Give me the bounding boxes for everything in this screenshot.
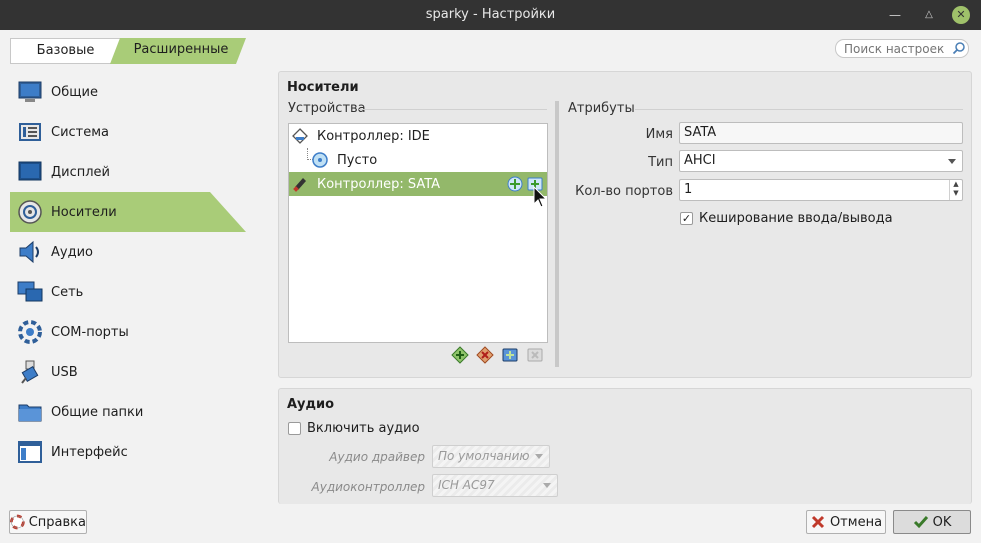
storage-tree[interactable]: Контроллер: IDE Пусто Контроллер: SATA bbox=[288, 123, 548, 343]
panel-splitter[interactable] bbox=[555, 101, 559, 367]
add-optical-drive-icon[interactable] bbox=[507, 176, 523, 192]
port-count-spinbox[interactable]: 1 ▲ ▼ bbox=[679, 179, 963, 201]
sidebar-item-audio[interactable]: Аудио bbox=[10, 232, 246, 272]
cancel-icon bbox=[811, 515, 825, 529]
sidebar-item-display[interactable]: Дисплей bbox=[10, 152, 246, 192]
enable-audio-checkbox[interactable] bbox=[288, 422, 301, 435]
ports-label: Кол-во портов bbox=[575, 184, 673, 199]
mode-tabs: Базовые Расширенные bbox=[10, 38, 246, 64]
spin-arrows-icon[interactable]: ▲ ▼ bbox=[949, 180, 962, 200]
sidebar: Общие Система Дисплей Носители Аудио Сет… bbox=[10, 72, 246, 472]
search-icon bbox=[952, 42, 965, 55]
sidebar-item-label: USB bbox=[51, 364, 78, 380]
audio-controller-label: Аудиоконтроллер bbox=[311, 480, 425, 494]
sidebar-item-user-interface[interactable]: Интерфейс bbox=[10, 432, 246, 472]
storage-title: Носители bbox=[287, 80, 359, 95]
close-button[interactable]: ✕ bbox=[952, 6, 970, 24]
sata-controller-icon bbox=[293, 178, 306, 192]
sidebar-item-label: Дисплей bbox=[51, 164, 111, 180]
ok-button-label: OK bbox=[932, 514, 952, 530]
audio-driver-label: Аудио драйвер bbox=[329, 450, 425, 464]
type-label: Тип bbox=[648, 155, 673, 170]
storage-icon bbox=[16, 198, 44, 226]
help-button-label: Справка bbox=[28, 514, 86, 530]
search-input[interactable] bbox=[835, 39, 969, 58]
sidebar-item-label: Общие папки bbox=[51, 404, 144, 420]
attributes-label: Атрибуты bbox=[568, 101, 635, 116]
sidebar-item-general[interactable]: Общие bbox=[10, 72, 246, 112]
remove-attachment-icon[interactable] bbox=[526, 346, 544, 364]
sidebar-item-label: Интерфейс bbox=[51, 444, 128, 460]
maximize-button[interactable]: △ bbox=[920, 6, 938, 24]
sidebar-item-label: Носители bbox=[51, 204, 117, 220]
ok-button[interactable]: OK bbox=[893, 510, 971, 534]
add-attachment-icon[interactable] bbox=[501, 346, 519, 364]
attributes-divider bbox=[635, 109, 963, 110]
sidebar-item-label: Сеть bbox=[51, 284, 84, 300]
audio-driver-value: По умолчанию bbox=[438, 449, 530, 463]
tree-row-ide-controller[interactable]: Контроллер: IDE bbox=[289, 124, 547, 148]
chevron-down-icon bbox=[948, 159, 956, 164]
audio-panel: Аудио Включить аудио Аудио драйвер По ум… bbox=[278, 388, 972, 504]
tab-basic[interactable]: Базовые bbox=[10, 38, 120, 64]
name-label: Имя bbox=[645, 127, 673, 142]
cancel-button-label: Отмена bbox=[829, 514, 883, 530]
sidebar-item-storage[interactable]: Носители bbox=[10, 192, 246, 232]
audio-driver-select: По умолчанию bbox=[432, 445, 550, 468]
sidebar-item-label: COM-порты bbox=[51, 324, 129, 340]
controller-type-select[interactable]: AHCI bbox=[679, 150, 963, 172]
sidebar-item-usb[interactable]: USB bbox=[10, 352, 246, 392]
cancel-button[interactable]: Отмена bbox=[806, 510, 886, 534]
audio-controller-select: ICH AC97 bbox=[432, 474, 558, 497]
remove-controller-icon[interactable] bbox=[476, 346, 494, 364]
sidebar-item-label: Система bbox=[51, 124, 110, 140]
help-button[interactable]: Справка bbox=[9, 510, 87, 534]
shared-folders-icon bbox=[18, 404, 42, 422]
devices-label: Устройства bbox=[288, 101, 366, 116]
usb-icon bbox=[21, 360, 39, 384]
tree-row-empty-drive[interactable]: Пусто bbox=[289, 148, 547, 172]
audio-controller-value: ICH AC97 bbox=[438, 478, 495, 492]
network-icon bbox=[17, 281, 43, 302]
tab-advanced[interactable]: Расширенные bbox=[110, 38, 246, 64]
tree-row-sata-controller[interactable]: Контроллер: SATA bbox=[289, 172, 547, 196]
display-icon bbox=[18, 161, 42, 181]
devices-divider bbox=[359, 109, 547, 110]
tree-row-label: Пусто bbox=[337, 152, 378, 168]
controller-type-value: AHCI bbox=[684, 153, 716, 168]
window-title: sparky - Настройки bbox=[425, 7, 556, 22]
sidebar-item-network[interactable]: Сеть bbox=[10, 272, 246, 312]
sidebar-item-label: Аудио bbox=[51, 244, 93, 260]
mouse-cursor-icon bbox=[533, 186, 547, 208]
host-io-cache-label: Кеширование ввода/вывода bbox=[699, 211, 893, 226]
storage-panel: Носители Устройства Контроллер: IDE Пуст… bbox=[278, 71, 972, 378]
lifebuoy-icon bbox=[10, 514, 25, 530]
port-count-value: 1 bbox=[684, 182, 693, 197]
optical-disc-icon bbox=[312, 152, 328, 168]
sidebar-item-system[interactable]: Система bbox=[10, 112, 246, 152]
minimize-button[interactable]: — bbox=[886, 6, 904, 24]
sidebar-item-label: Общие bbox=[51, 84, 98, 100]
controller-name-field[interactable]: SATA bbox=[679, 122, 963, 144]
checkmark-icon bbox=[913, 516, 928, 529]
sidebar-item-serial-ports[interactable]: COM-порты bbox=[10, 312, 246, 352]
general-icon bbox=[18, 81, 42, 102]
host-io-cache-checkbox[interactable]: ✓ bbox=[680, 212, 693, 225]
audio-title: Аудио bbox=[287, 397, 335, 412]
add-controller-icon[interactable] bbox=[451, 346, 469, 364]
tree-row-label: Контроллер: SATA bbox=[317, 176, 441, 192]
user-interface-icon bbox=[18, 441, 42, 463]
sidebar-item-shared-folders[interactable]: Общие папки bbox=[10, 392, 246, 432]
chevron-down-icon bbox=[543, 483, 551, 488]
chevron-down-icon bbox=[535, 454, 543, 459]
audio-icon bbox=[19, 240, 39, 264]
title-bar: sparky - Настройки — △ ✕ bbox=[0, 0, 981, 30]
enable-audio-label: Включить аудио bbox=[307, 421, 420, 436]
serial-ports-icon bbox=[18, 320, 42, 344]
ide-controller-icon bbox=[292, 128, 308, 144]
system-icon bbox=[19, 123, 41, 141]
tree-row-label: Контроллер: IDE bbox=[317, 128, 430, 144]
